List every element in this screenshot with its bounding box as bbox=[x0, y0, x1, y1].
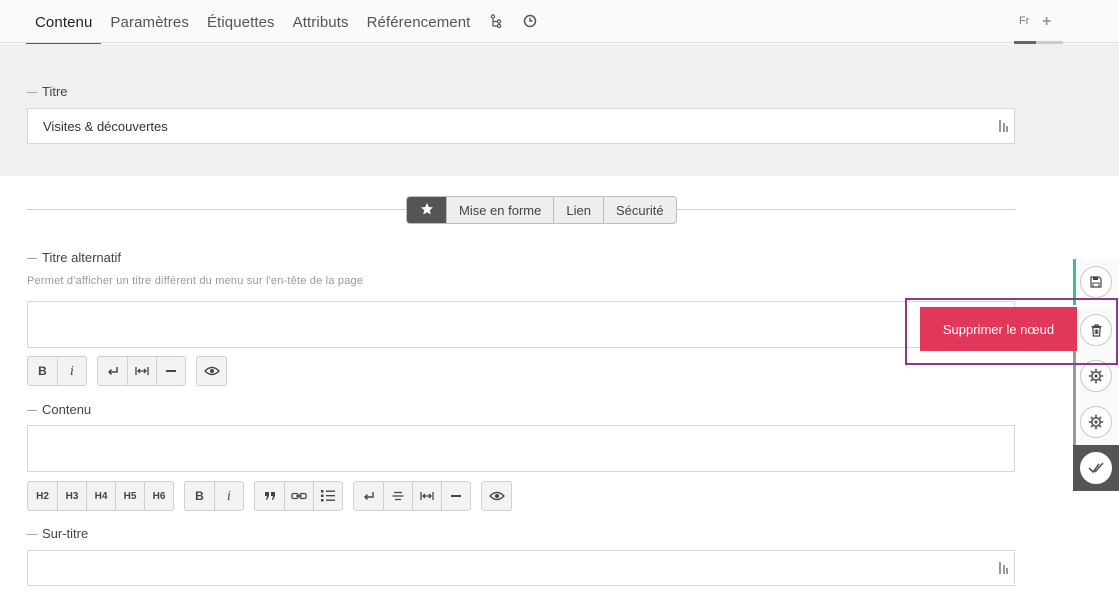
quote-icon bbox=[264, 492, 275, 500]
italic-button[interactable]: i bbox=[57, 357, 86, 385]
advanced-settings-indicator bbox=[1073, 399, 1076, 445]
preview-group bbox=[481, 481, 512, 511]
language-fr[interactable]: Fr bbox=[1019, 15, 1029, 27]
link-button[interactable] bbox=[284, 482, 313, 510]
strikethrough-icon bbox=[392, 491, 404, 501]
title-label: Titre bbox=[27, 84, 68, 99]
advanced-settings-action[interactable] bbox=[1073, 399, 1119, 445]
minus-icon bbox=[451, 495, 461, 497]
h5-button[interactable]: H5 bbox=[115, 482, 144, 510]
h4-button[interactable]: H4 bbox=[86, 482, 115, 510]
preview-button[interactable] bbox=[482, 482, 511, 510]
content-label: Contenu bbox=[27, 402, 91, 417]
line-break-button[interactable] bbox=[98, 357, 127, 385]
gear-icon bbox=[1088, 368, 1104, 384]
language-switcher: Fr + bbox=[1013, 0, 1063, 44]
delete-node-tooltip[interactable]: Supprimer le nœud bbox=[920, 307, 1077, 351]
field-group-tabs: Mise en forme Lien Sécurité bbox=[406, 196, 677, 224]
surtitle-input[interactable] bbox=[27, 550, 1015, 586]
tab-mise-en-forme[interactable]: Mise en forme bbox=[446, 197, 553, 223]
tab-contenu[interactable]: Contenu bbox=[26, 0, 102, 46]
alt-title-label: Titre alternatif bbox=[27, 250, 121, 265]
blockquote-button[interactable] bbox=[255, 482, 284, 510]
italic-button[interactable]: i bbox=[214, 482, 243, 510]
drag-handle-icon bbox=[999, 120, 1008, 132]
content-toolbar: H2 H3 H4 H5 H6 B i bbox=[27, 481, 522, 511]
tab-securite[interactable]: Sécurité bbox=[602, 197, 676, 223]
tabs: Contenu Paramètres Étiquettes Attributs … bbox=[26, 0, 547, 46]
gear-icon bbox=[1088, 414, 1104, 430]
block-group bbox=[254, 481, 343, 511]
insert-group bbox=[97, 356, 186, 386]
nbsp-icon bbox=[420, 492, 434, 500]
bold-button[interactable]: B bbox=[28, 357, 57, 385]
eye-icon bbox=[488, 491, 505, 501]
tab-tree[interactable] bbox=[479, 0, 513, 43]
tree-icon bbox=[491, 14, 502, 28]
minus-icon bbox=[166, 370, 176, 372]
bold-button[interactable]: B bbox=[185, 482, 214, 510]
insert-group bbox=[353, 481, 471, 511]
alt-title-help: Permet d'afficher un titre différent du … bbox=[27, 275, 364, 287]
eye-icon bbox=[203, 366, 220, 376]
line-break-button[interactable] bbox=[354, 482, 383, 510]
title-input[interactable]: Visites & découvertes bbox=[27, 108, 1015, 144]
headings-group: H2 H3 H4 H5 H6 bbox=[27, 481, 174, 511]
clock-icon bbox=[524, 14, 537, 28]
tab-attributs[interactable]: Attributs bbox=[284, 0, 358, 43]
nbsp-icon bbox=[135, 367, 149, 375]
return-icon bbox=[107, 367, 118, 375]
preview-group bbox=[196, 356, 227, 386]
tab-referencement[interactable]: Référencement bbox=[358, 0, 480, 43]
horizontal-rule-button[interactable] bbox=[441, 482, 470, 510]
tab-etiquettes[interactable]: Étiquettes bbox=[198, 0, 284, 43]
add-language-button[interactable]: + bbox=[1042, 13, 1051, 31]
tab-favorites[interactable] bbox=[407, 197, 446, 223]
preview-button[interactable] bbox=[197, 357, 226, 385]
format-group: B i bbox=[27, 356, 87, 386]
tab-history[interactable] bbox=[513, 0, 547, 43]
h2-button[interactable]: H2 bbox=[28, 482, 57, 510]
tab-parametres[interactable]: Paramètres bbox=[101, 0, 198, 43]
list-icon bbox=[321, 490, 335, 502]
alt-title-toolbar: B i bbox=[27, 356, 237, 386]
star-icon bbox=[420, 203, 433, 215]
title-value: Visites & découvertes bbox=[43, 119, 168, 134]
save-icon bbox=[1090, 276, 1102, 288]
format-group: B i bbox=[184, 481, 244, 511]
h3-button[interactable]: H3 bbox=[57, 482, 86, 510]
content-input[interactable] bbox=[27, 425, 1015, 472]
surtitle-label: Sur-titre bbox=[27, 526, 88, 541]
top-tab-bar: Contenu Paramètres Étiquettes Attributs … bbox=[0, 0, 1119, 46]
strikethrough-button[interactable] bbox=[383, 482, 412, 510]
publish-action[interactable] bbox=[1073, 445, 1119, 491]
node-editor: Contenu Paramètres Étiquettes Attributs … bbox=[0, 0, 1119, 597]
horizontal-rule-button[interactable] bbox=[156, 357, 185, 385]
drag-handle-icon bbox=[999, 562, 1008, 574]
advanced-settings-button[interactable] bbox=[1080, 406, 1112, 438]
alt-title-input[interactable] bbox=[27, 301, 1015, 348]
nbsp-button[interactable] bbox=[127, 357, 156, 385]
return-icon bbox=[363, 492, 374, 500]
nbsp-button[interactable] bbox=[412, 482, 441, 510]
list-button[interactable] bbox=[313, 482, 342, 510]
tab-lien[interactable]: Lien bbox=[553, 197, 603, 223]
link-icon bbox=[291, 492, 307, 500]
h6-button[interactable]: H6 bbox=[144, 482, 173, 510]
publish-button[interactable] bbox=[1080, 452, 1112, 484]
check-icon bbox=[1088, 462, 1104, 474]
save-button[interactable] bbox=[1080, 266, 1112, 298]
